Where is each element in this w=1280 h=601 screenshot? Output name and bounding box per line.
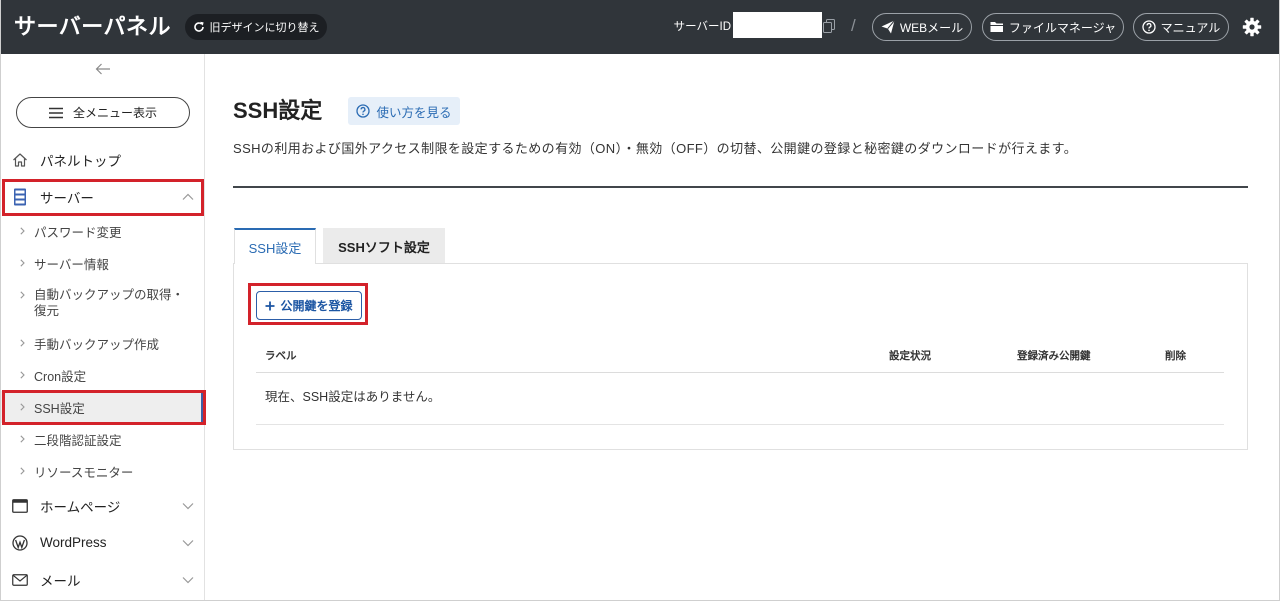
sub-item-auto-backup[interactable]: 自動バックアップの取得・復元: [0, 279, 204, 327]
sub-item-ssh[interactable]: SSH設定: [0, 391, 204, 423]
sub-item-label: 自動バックアップの取得・復元: [34, 288, 185, 318]
switch-design-label: 旧デザインに切り替え: [209, 22, 320, 34]
how-to-use-label: 使い方を見る: [376, 105, 452, 120]
chevron-right-icon: [20, 259, 25, 267]
column-header-delete: 削除: [1165, 349, 1186, 362]
file-manager-label: ファイルマネージャ: [1008, 20, 1117, 35]
chevron-up-icon: [182, 193, 194, 201]
server-id-value: [733, 12, 822, 38]
chevron-right-icon: [20, 339, 25, 347]
chevron-right-icon: [20, 227, 25, 235]
nav-item-wordpress[interactable]: WordPress: [0, 524, 204, 561]
how-to-use-button[interactable]: 使い方を見る: [348, 97, 460, 125]
help-circle-icon: [356, 104, 371, 118]
nav-item-label: WordPress: [40, 535, 107, 550]
sub-item-two-factor[interactable]: 二段階認証設定: [0, 423, 204, 455]
register-public-key-button[interactable]: 公開鍵を登録: [256, 291, 362, 320]
server-icon: [12, 188, 28, 206]
chevron-down-icon: [182, 539, 194, 547]
envelope-icon: [12, 571, 28, 589]
chevron-down-icon: [182, 576, 194, 584]
sub-item-label: パスワード変更: [34, 225, 122, 240]
tab-ssh-software-settings[interactable]: SSHソフト設定: [323, 228, 445, 264]
sidebar: 全メニュー表示 パネルトップ サーバー パスワード変更 サーバー情報 自動バック…: [0, 54, 205, 601]
file-manager-button[interactable]: ファイルマネージャ: [982, 13, 1124, 41]
browser-icon: [12, 497, 28, 515]
chevron-down-icon: [182, 502, 194, 510]
page-description: SSHの利用および国外アクセス制限を設定するための有効（ON）・無効（OFF）の…: [233, 141, 1078, 156]
chevron-right-icon: [20, 371, 25, 379]
chevron-right-icon: [20, 291, 25, 299]
sub-item-label: Cron設定: [34, 369, 87, 384]
plus-icon: [265, 301, 275, 311]
sub-item-cron[interactable]: Cron設定: [0, 359, 204, 391]
table-header: ラベル 設定状況 登録済み公開鍵 削除: [256, 338, 1224, 373]
sub-item-label: 手動バックアップ作成: [34, 337, 160, 352]
home-icon: [12, 151, 28, 169]
switch-design-button[interactable]: 旧デザインに切り替え: [185, 14, 327, 40]
all-menu-label: 全メニュー表示: [72, 106, 157, 120]
nav-item-mail[interactable]: メール: [0, 561, 204, 598]
top-header: サーバーパネル 旧デザインに切り替え サーバーID / WEBメール ファイルマ…: [0, 0, 1280, 54]
sidebar-nav: パネルトップ サーバー パスワード変更 サーバー情報 自動バックアップの取得・復…: [0, 141, 204, 598]
chevron-right-icon: [20, 403, 25, 411]
sub-item-label: サーバー情報: [34, 257, 109, 272]
column-header-status: 設定状況: [889, 349, 931, 362]
refresh-icon: [193, 21, 205, 33]
tab-ssh-settings[interactable]: SSH設定: [234, 228, 316, 264]
sub-item-password-change[interactable]: パスワード変更: [0, 215, 204, 247]
sub-item-resource-monitor[interactable]: リソースモニター: [0, 455, 204, 487]
paper-plane-icon: [881, 20, 895, 34]
divider: [233, 186, 1248, 188]
manual-button[interactable]: マニュアル: [1133, 13, 1229, 41]
nav-item-label: パネルトップ: [40, 153, 121, 169]
header-separator: /: [851, 16, 856, 35]
nav-item-label: サーバー: [40, 190, 94, 206]
nav-item-label: ホームページ: [40, 499, 121, 515]
arrow-left-icon: [95, 63, 111, 75]
help-circle-icon: [1142, 20, 1156, 34]
nav-item-homepage[interactable]: ホームページ: [0, 487, 204, 524]
app-title[interactable]: サーバーパネル: [14, 11, 171, 43]
sub-item-label: 二段階認証設定: [34, 433, 122, 448]
register-public-key-label: 公開鍵を登録: [280, 299, 353, 313]
sub-item-manual-backup[interactable]: 手動バックアップ作成: [0, 327, 204, 359]
page-title: SSH設定: [233, 98, 323, 123]
collapse-sidebar-button[interactable]: [92, 60, 114, 78]
folder-icon: [990, 21, 1004, 33]
server-id-label: サーバーID: [673, 21, 731, 33]
webmail-button[interactable]: WEBメール: [872, 13, 972, 41]
sub-item-label: SSH設定: [34, 401, 85, 416]
copy-icon[interactable]: [823, 19, 835, 33]
nav-item-server[interactable]: サーバー: [0, 178, 204, 215]
chevron-right-icon: [20, 467, 25, 475]
manual-label: マニュアル: [1160, 20, 1221, 35]
nav-item-label: メール: [40, 573, 81, 589]
empty-message: 現在、SSH設定はありません。: [256, 373, 1224, 425]
nav-item-panel-top[interactable]: パネルトップ: [0, 141, 204, 178]
wordpress-icon: [12, 534, 28, 552]
hamburger-icon: [48, 107, 63, 119]
chevron-right-icon: [20, 435, 25, 443]
gear-icon[interactable]: [1242, 17, 1262, 37]
webmail-label: WEBメール: [899, 20, 964, 35]
column-header-label: ラベル: [265, 349, 297, 362]
all-menu-button[interactable]: 全メニュー表示: [16, 97, 190, 128]
tab-panel: 公開鍵を登録 ラベル 設定状況 登録済み公開鍵 削除 現在、SSH設定はありませ…: [233, 263, 1248, 450]
sub-item-server-info[interactable]: サーバー情報: [0, 247, 204, 279]
ssh-key-table: ラベル 設定状況 登録済み公開鍵 削除 現在、SSH設定はありません。: [256, 338, 1224, 425]
column-header-public-key: 登録済み公開鍵: [1017, 349, 1091, 362]
sub-item-label: リソースモニター: [34, 465, 134, 480]
